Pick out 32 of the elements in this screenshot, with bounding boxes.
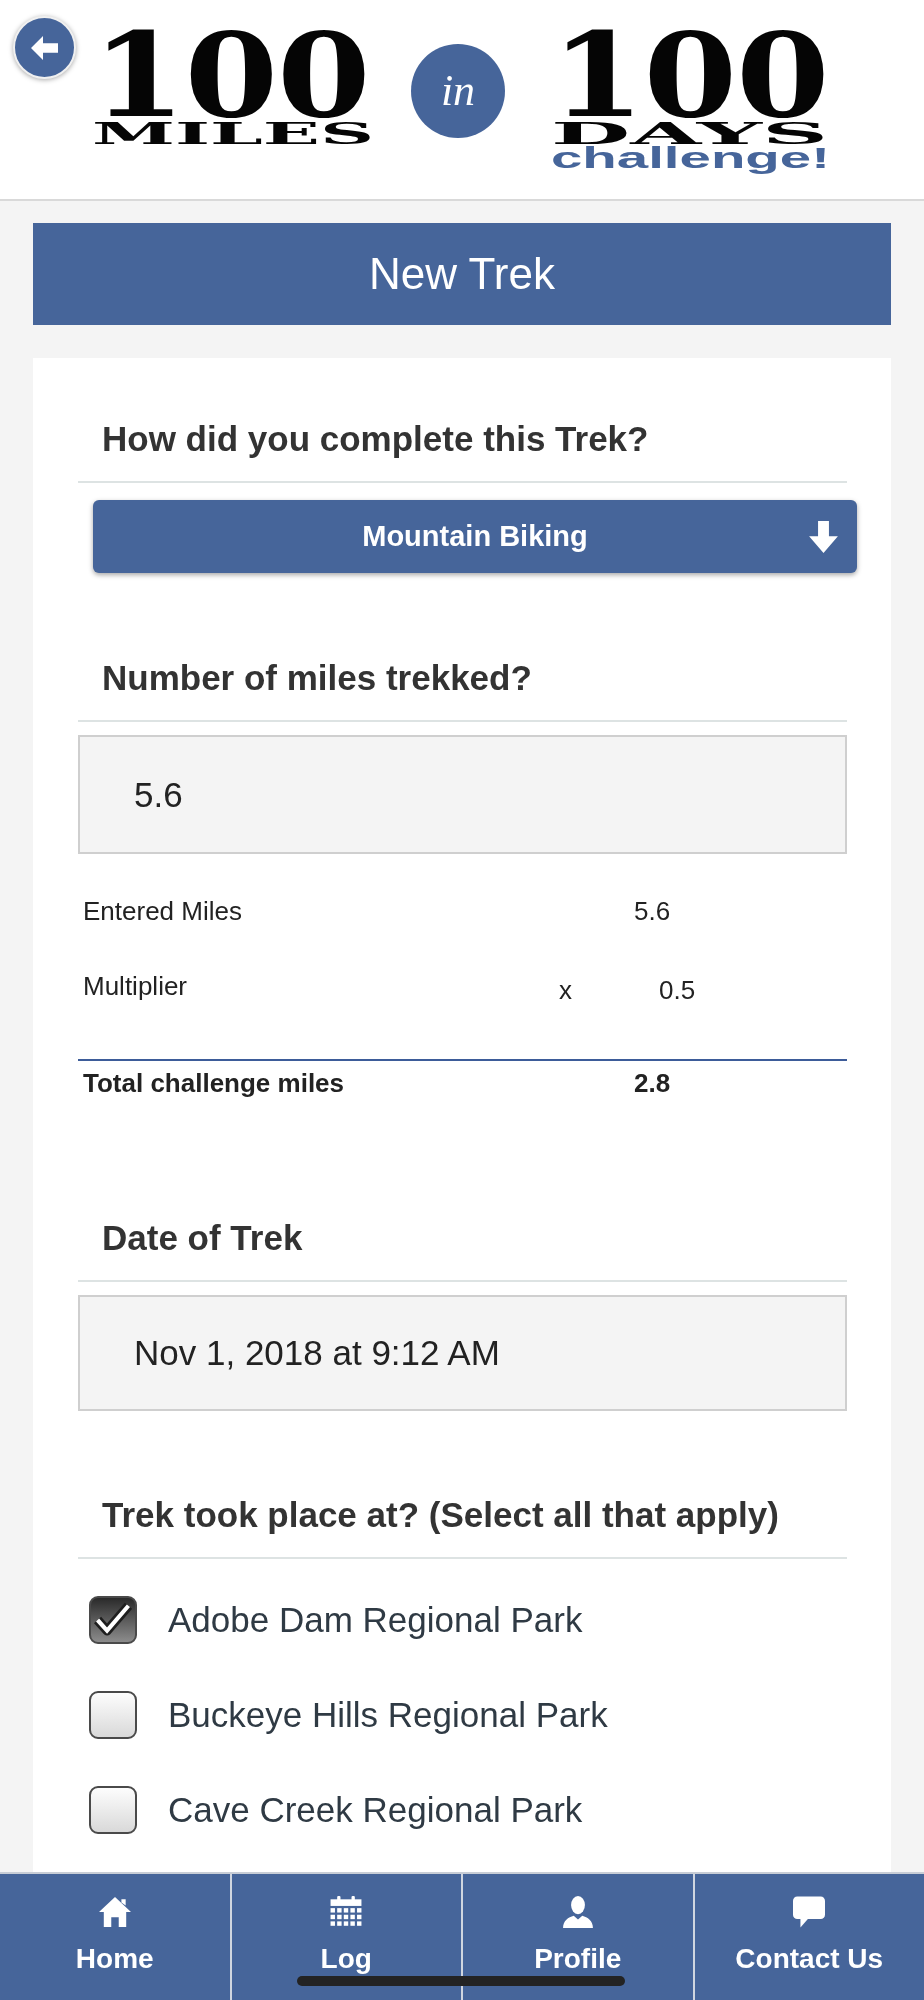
question-heading: Trek took place at? (Select all that apply) [101,1494,780,1536]
checkbox[interactable] [89,1595,137,1644]
back-button[interactable] [13,16,76,79]
question-heading: Number of miles trekked? [101,657,533,699]
location-label[interactable]: Cave Creek Regional Park [168,1789,583,1830]
calendar-icon [330,1896,363,1928]
down-arrow-icon [808,520,839,553]
calc-label: Entered Miles [83,896,242,927]
multiply-sign: x [559,975,572,1005]
date-input[interactable]: Nov 1, 2018 at 9:12 AM [78,1295,847,1411]
calc-value: 5.6 [634,896,671,927]
location-label[interactable]: Buckeye Hills Regional Park [168,1694,608,1735]
page-title: New Trek [33,223,891,325]
logo-word: MILES [92,122,375,145]
miles-input[interactable]: 5.6 [78,735,847,854]
location-label[interactable]: Adobe Dam Regional Park [168,1599,583,1640]
checkbox[interactable] [89,1690,137,1739]
question-heading: How did you complete this Trek? [101,418,650,460]
check-icon [94,1601,132,1638]
question-heading: Date of Trek [101,1217,304,1259]
home-icon [98,1896,131,1928]
calc-value: 2.8 [634,1067,671,1099]
activity-select[interactable]: Mountain Biking [93,500,857,573]
left-arrow-icon [31,35,58,60]
person-icon [561,1896,594,1928]
speech-bubble-icon [793,1896,826,1928]
calc-value: 0.5 [658,974,696,1006]
calc-label: Multiplier [83,971,188,1002]
logo-connector: in [411,44,505,138]
logo-word: DAYS [551,122,829,145]
calc-label: Total challenge miles [83,1067,345,1099]
checkbox[interactable] [89,1785,137,1834]
